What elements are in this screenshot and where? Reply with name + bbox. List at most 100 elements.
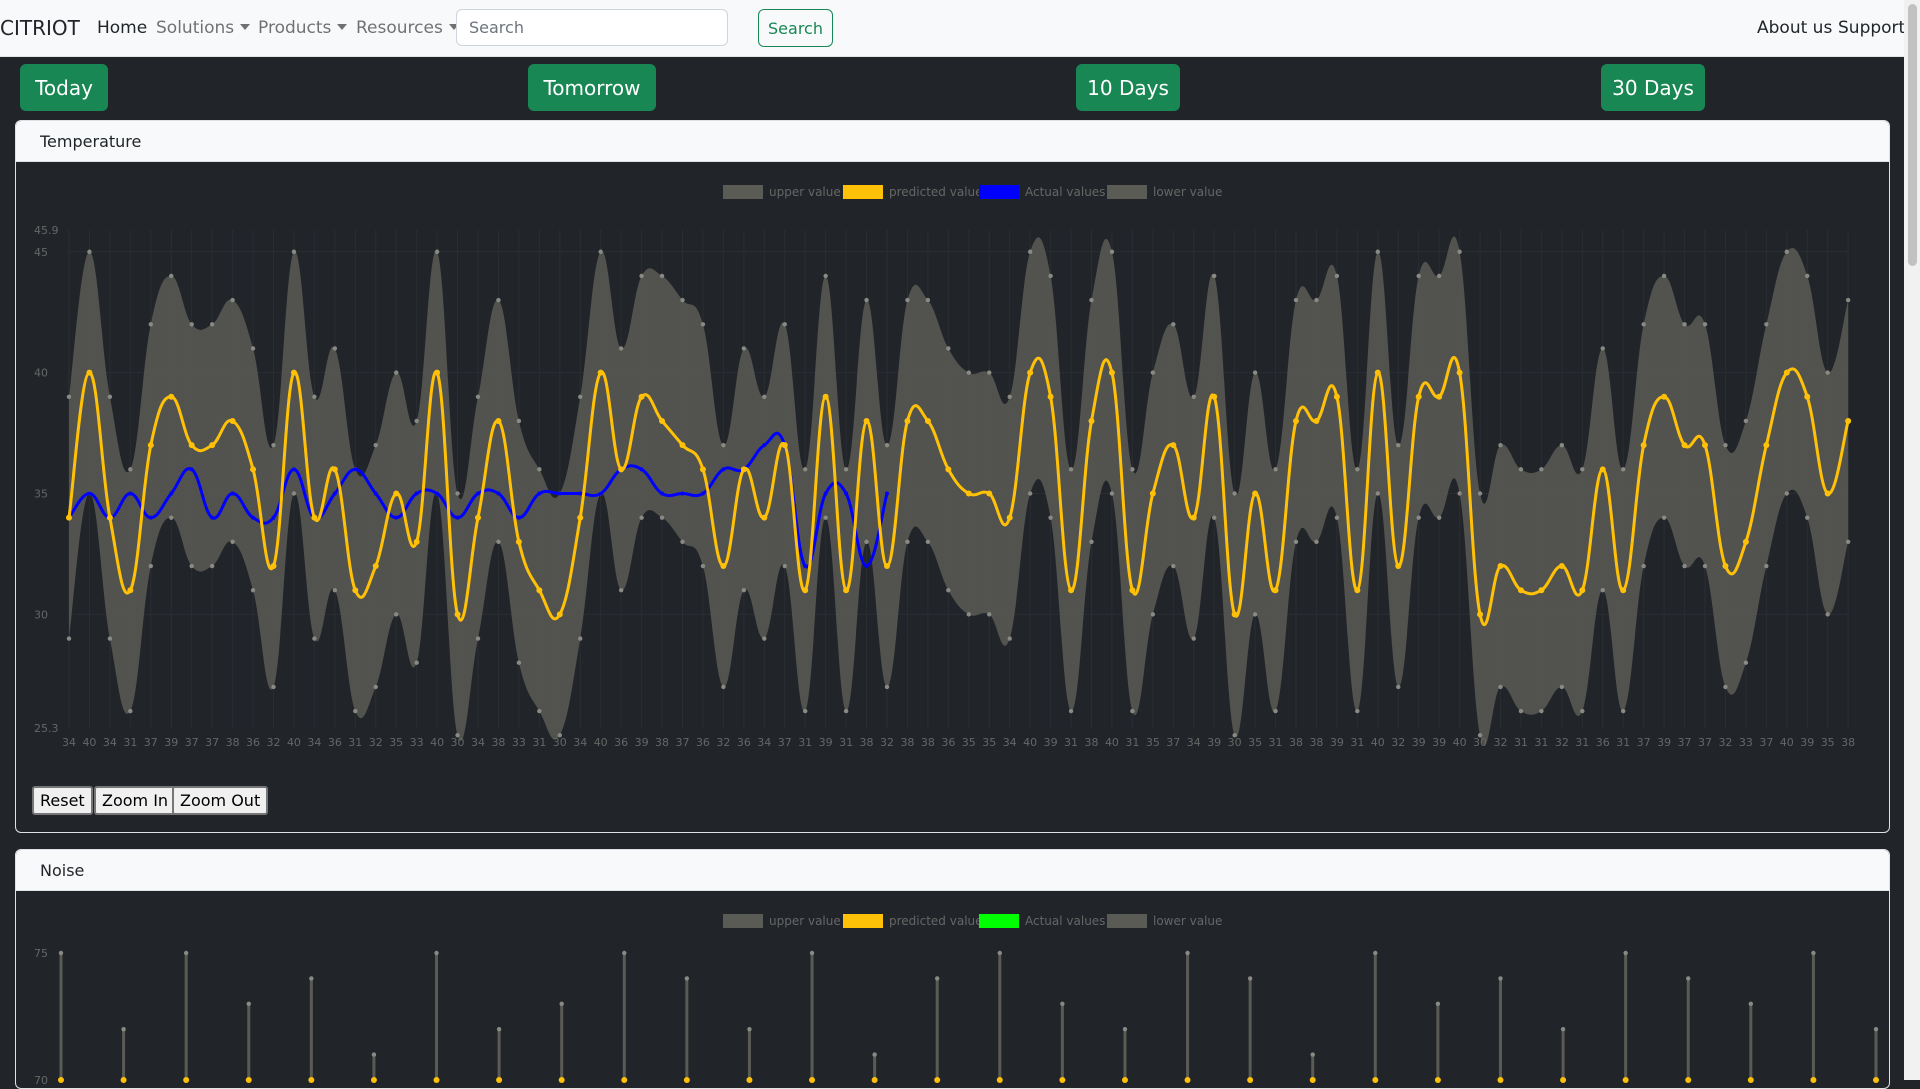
predicted-value-point xyxy=(1560,1077,1567,1083)
actual-value-point xyxy=(516,515,521,520)
lower-value-point xyxy=(1764,563,1769,569)
reset-button[interactable]: Reset xyxy=(32,786,93,815)
lower-value-point xyxy=(618,588,624,593)
nav-about-us[interactable]: About us xyxy=(1757,18,1832,38)
lower-value-point xyxy=(1784,491,1790,496)
predicted-value-point xyxy=(986,490,993,497)
zoom-in-button[interactable]: Zoom In xyxy=(94,786,177,815)
upper-value-point xyxy=(1623,950,1628,956)
upper-value-point xyxy=(250,346,256,351)
x-tick-label: 30 xyxy=(451,736,465,749)
x-tick-label: 40 xyxy=(1453,736,1467,749)
actual-value-point xyxy=(394,515,399,520)
lower-value-point xyxy=(1436,515,1442,520)
x-tick-label: 32 xyxy=(1555,736,1569,749)
upper-value-point xyxy=(1310,1052,1315,1057)
range-30-days-button[interactable]: 30 Days xyxy=(1601,64,1705,111)
range-tomorrow-button[interactable]: Tomorrow xyxy=(528,64,656,111)
nav-products-dropdown[interactable]: Products xyxy=(258,18,348,38)
search-input[interactable] xyxy=(456,9,728,46)
lower-value-point xyxy=(209,563,215,569)
nav-resources-label: Resources xyxy=(356,18,443,38)
lower-value-point xyxy=(1396,684,1401,690)
lower-value-point xyxy=(1845,539,1851,545)
x-tick-label: 37 xyxy=(676,736,690,749)
predicted-value-point xyxy=(1558,563,1565,570)
upper-value-point xyxy=(935,976,940,981)
brand-logo[interactable]: CITRIOT xyxy=(0,16,80,40)
nav-support[interactable]: Support xyxy=(1838,18,1905,38)
x-tick-label: 34 xyxy=(62,736,76,749)
upper-value-point xyxy=(332,346,338,351)
nav-solutions-dropdown[interactable]: Solutions xyxy=(156,18,251,38)
lower-value-point xyxy=(987,612,992,617)
range-10-days-button[interactable]: 10 Days xyxy=(1076,64,1180,111)
upper-value-point xyxy=(884,442,890,448)
upper-value-point xyxy=(1682,322,1687,327)
x-tick-label: 38 xyxy=(1289,736,1303,749)
actual-value-point xyxy=(353,467,358,472)
temperature-chart[interactable]: 25.3 30 35 40 45 45.9 34 40 34 31 37 39 37 37 38 36 32 40… xyxy=(16,162,1890,752)
predicted-value-point xyxy=(945,466,952,473)
y-tick-label: 25.3 xyxy=(34,722,59,735)
actual-value-point xyxy=(557,491,562,496)
lower-value-point xyxy=(843,708,849,714)
predicted-value-point xyxy=(1783,369,1790,376)
upper-value-point xyxy=(803,467,808,472)
x-tick-label: 38 xyxy=(1841,736,1855,749)
upper-value-point xyxy=(1273,467,1278,472)
noise-card: Noise 75 70 upper value predicted value Actu… xyxy=(15,849,1890,1089)
lower-value-point xyxy=(1805,515,1810,520)
lower-value-point xyxy=(271,684,276,690)
x-tick-label: 30 xyxy=(1228,736,1242,749)
upper-value-point xyxy=(309,976,314,981)
legend-swatch-0 xyxy=(723,914,763,928)
x-tick-label: 36 xyxy=(941,736,955,749)
actual-value-point xyxy=(639,467,644,472)
predicted-value-point xyxy=(1121,1077,1128,1083)
predicted-value-point xyxy=(352,587,359,594)
x-tick-label: 34 xyxy=(1003,736,1017,749)
lower-value-point xyxy=(1641,563,1646,569)
legend-label-0: upper value xyxy=(769,914,841,928)
predicted-value-point xyxy=(556,611,563,618)
predicted-value-point xyxy=(904,417,911,424)
legend-swatch-1 xyxy=(843,185,883,199)
upper-value-point xyxy=(1743,418,1749,424)
upper-value-point xyxy=(183,950,189,956)
x-tick-label: 40 xyxy=(1780,736,1794,749)
upper-value-point xyxy=(1416,273,1421,279)
predicted-value-point xyxy=(1190,514,1197,521)
nav-resources-dropdown[interactable]: Resources xyxy=(356,18,459,38)
x-tick-label: 36 xyxy=(614,736,628,749)
actual-value-point xyxy=(660,491,665,496)
zoom-out-button[interactable]: Zoom Out xyxy=(172,786,269,815)
predicted-value-point xyxy=(843,587,850,594)
scrollbar-thumb[interactable] xyxy=(1908,4,1917,266)
page-scrollbar[interactable] xyxy=(1904,0,1920,1080)
lower-value-point xyxy=(1621,708,1626,714)
search-button[interactable]: Search xyxy=(758,9,833,47)
upper-value-point xyxy=(312,394,317,400)
predicted-value-point xyxy=(1477,611,1484,618)
predicted-value-point xyxy=(965,490,972,497)
predicted-value-point xyxy=(1395,563,1402,570)
actual-value-point xyxy=(128,491,133,496)
noise-chart[interactable]: 75 70 upper value predicted value Actual val… xyxy=(16,891,1890,1089)
nav-home[interactable]: Home xyxy=(97,18,147,38)
range-today-button[interactable]: Today xyxy=(20,64,108,111)
upper-value-point xyxy=(1048,273,1053,279)
lower-value-point xyxy=(639,515,644,520)
x-tick-label: 38 xyxy=(226,736,240,749)
y-tick-label: 40 xyxy=(34,367,48,380)
x-tick-label: 34 xyxy=(471,736,485,749)
x-tick-label: 31 xyxy=(123,736,137,749)
actual-value-point xyxy=(537,491,542,496)
actual-value-point xyxy=(332,491,337,496)
upper-value-point xyxy=(639,273,644,279)
upper-value-point xyxy=(1252,370,1258,375)
predicted-value-point xyxy=(746,1077,753,1083)
predicted-value-point xyxy=(147,442,154,449)
lower-value-point xyxy=(782,563,787,569)
lower-value-point xyxy=(516,660,522,665)
